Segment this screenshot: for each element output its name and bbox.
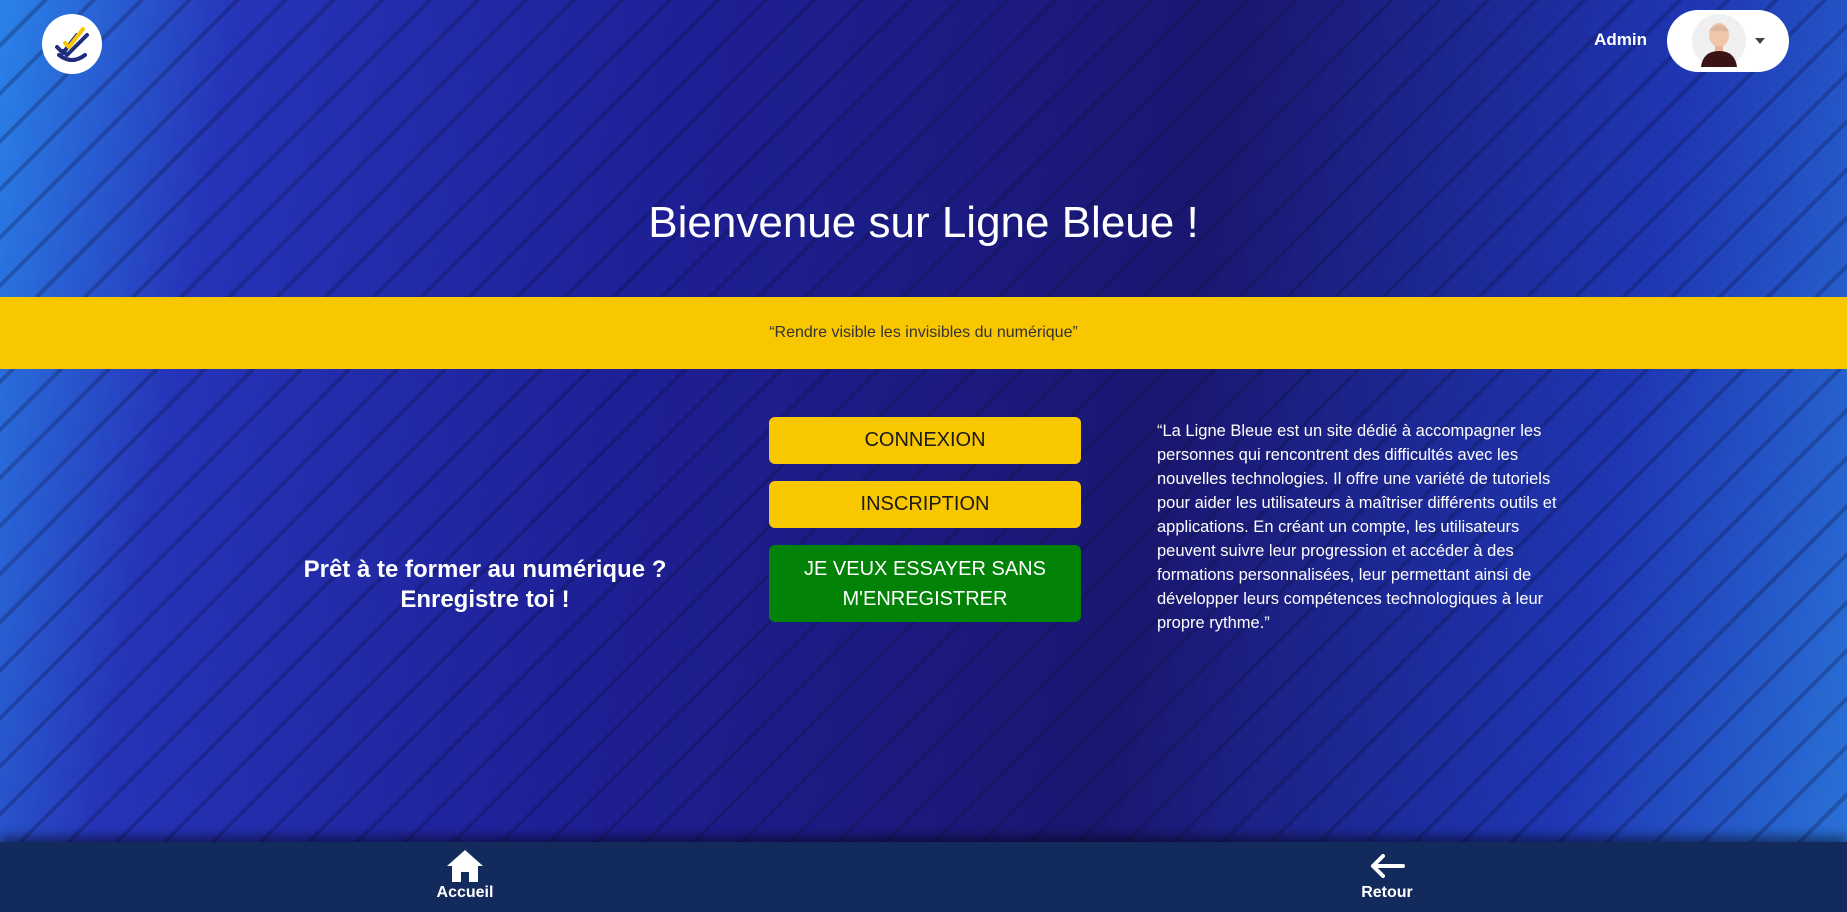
user-avatar-icon: [1692, 14, 1746, 68]
checkmark-logo-icon: [55, 27, 89, 62]
page-title: Bienvenue sur Ligne Bleue !: [648, 198, 1199, 247]
caret-down-icon: [1755, 38, 1765, 44]
home-icon: [447, 850, 483, 882]
arrow-left-icon: [1371, 854, 1405, 878]
site-logo[interactable]: [42, 14, 102, 74]
signup-button[interactable]: INSCRIPTION: [769, 481, 1081, 528]
slogan-text: “Rendre visible les invisibles du numéri…: [769, 324, 1078, 341]
nav-home-label: Accueil: [436, 884, 494, 901]
nav-back-button[interactable]: Retour: [1327, 848, 1447, 902]
cta-line-2: Enregistre toi !: [400, 586, 570, 613]
nav-home-button[interactable]: Accueil: [405, 848, 525, 902]
bottom-navigation: Accueil Retour: [0, 842, 1847, 912]
user-name-label: Admin: [1594, 30, 1647, 49]
try-without-account-button[interactable]: JE VEUX ESSAYER SANS M'ENREGISTRER: [769, 545, 1081, 622]
cta-line-1: Prêt à te former au numérique ?: [303, 556, 667, 583]
slogan-banner: “Rendre visible les invisibles du numéri…: [0, 297, 1847, 369]
site-description: “La Ligne Bleue est un site dédié à acco…: [1157, 422, 1557, 632]
call-to-action-text: Prêt à te former au numérique ? Enregist…: [265, 555, 705, 615]
login-button[interactable]: CONNEXION: [769, 417, 1081, 464]
user-menu-button[interactable]: [1667, 10, 1789, 72]
nav-back-label: Retour: [1361, 884, 1413, 901]
